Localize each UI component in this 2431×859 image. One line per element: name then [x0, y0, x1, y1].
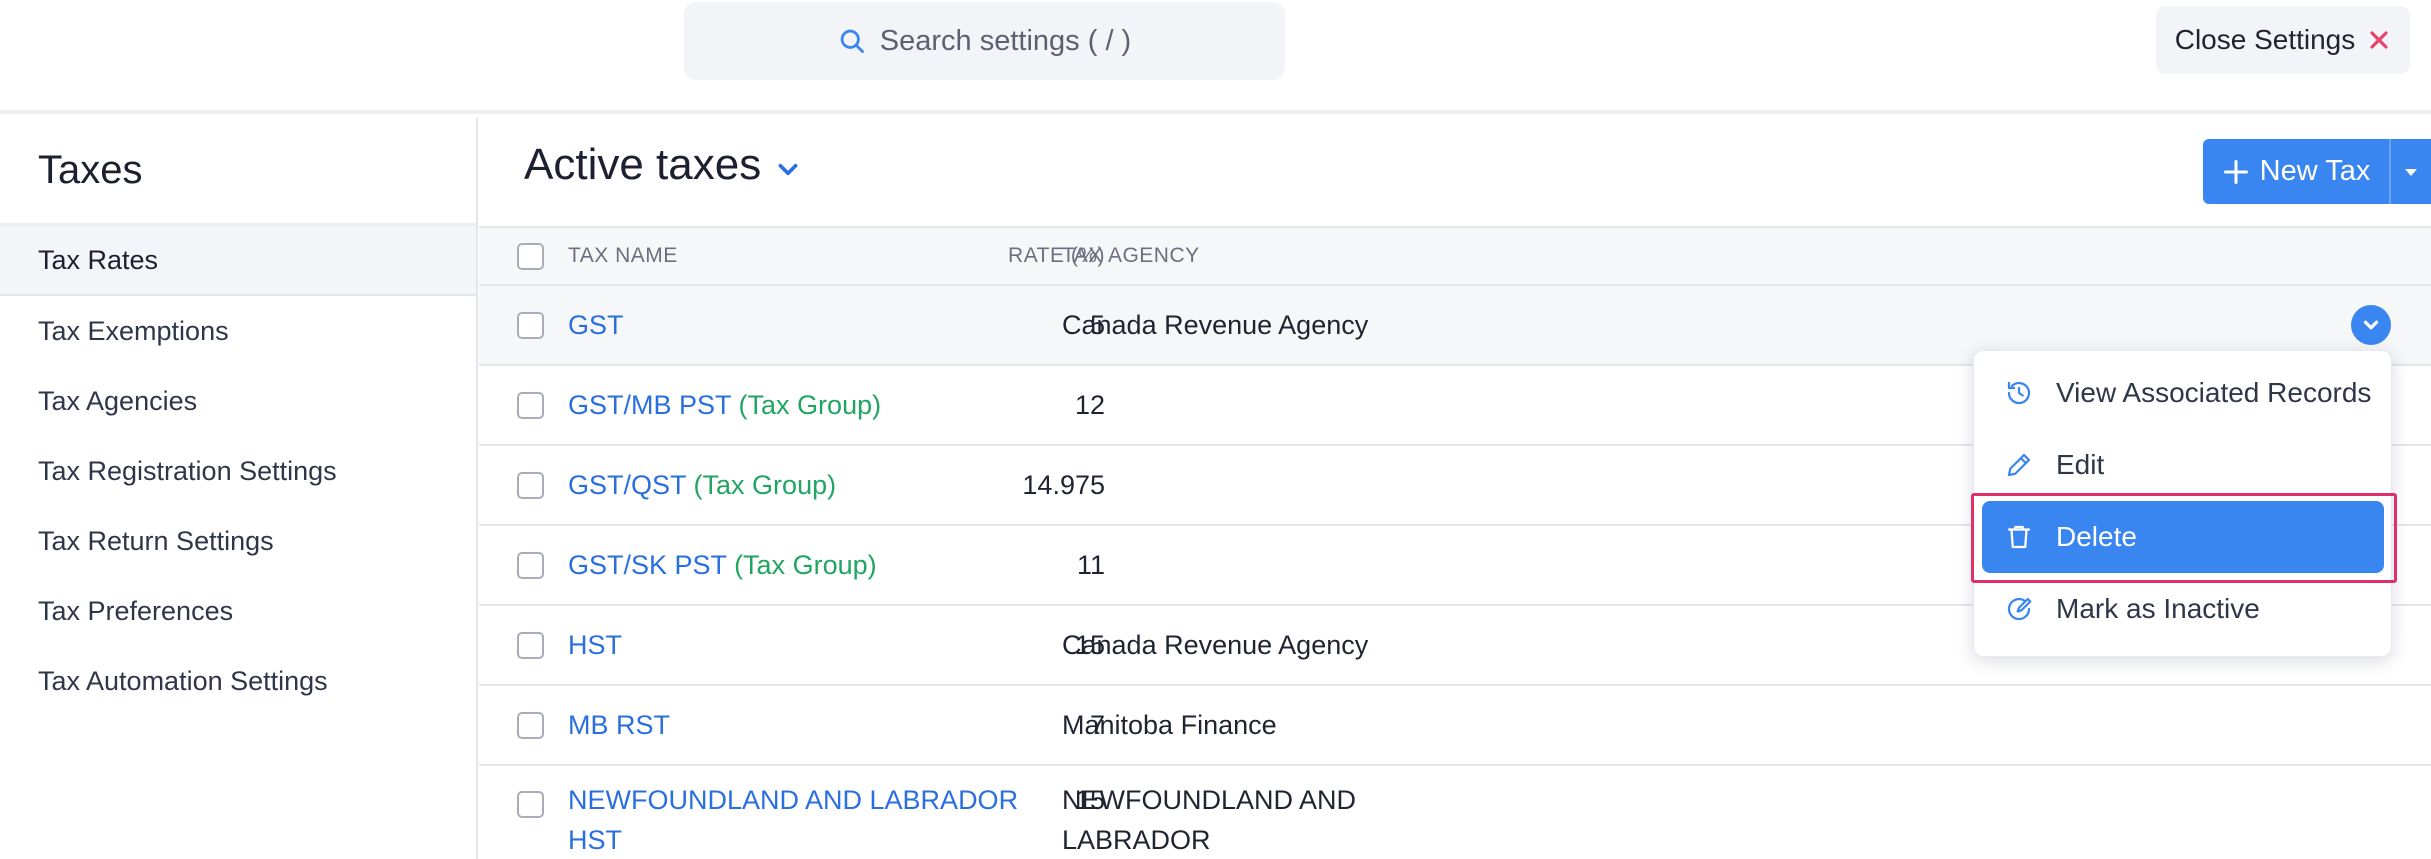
- page-title: Active taxes: [524, 140, 762, 189]
- new-tax-dropdown-toggle[interactable]: [2391, 139, 2431, 204]
- row-checkbox[interactable]: [517, 791, 544, 818]
- row-checkbox[interactable]: [517, 311, 544, 339]
- table-row[interactable]: MB RST Manitoba Finance 7: [479, 686, 2431, 766]
- table-header: TAX NAME TAX AGENCY RATE (%): [479, 228, 2431, 286]
- close-settings-label: Close Settings: [2174, 24, 2356, 55]
- tax-agency: Canada Revenue Agency: [1062, 309, 1369, 340]
- inactive-icon: [2007, 597, 2032, 621]
- row-actions-menu: View Associated Records Edit Delete Mark…: [1973, 350, 2392, 657]
- tax-name-link[interactable]: GST/QST (Tax Group): [568, 470, 836, 501]
- new-tax-label: New Tax: [2259, 155, 2371, 187]
- new-tax-button-group: New Tax: [2203, 139, 2431, 204]
- menu-item-edit[interactable]: Edit: [1982, 429, 2384, 501]
- sidebar-item-tax-registration-settings[interactable]: Tax Registration Settings: [0, 436, 476, 506]
- tax-name-link[interactable]: GST: [568, 310, 624, 341]
- tax-name-text: GST/QST: [568, 469, 687, 500]
- plus-icon: [2223, 159, 2248, 184]
- sidebar-item-tax-automation-settings[interactable]: Tax Automation Settings: [0, 646, 476, 716]
- table-row[interactable]: NEWFOUNDLAND AND LABRADOR HST NEWFOUNDLA…: [479, 766, 2431, 859]
- row-checkbox[interactable]: [517, 471, 544, 499]
- pencil-icon: [2007, 453, 2031, 477]
- sidebar-item-tax-exemptions[interactable]: Tax Exemptions: [0, 296, 476, 366]
- menu-item-label: Delete: [2056, 521, 2137, 552]
- sidebar-item-tax-return-settings[interactable]: Tax Return Settings: [0, 506, 476, 576]
- tax-name-text: GST/MB PST: [568, 389, 732, 420]
- tax-name-text: MB RST: [568, 709, 671, 740]
- search-icon: [840, 29, 864, 53]
- tax-group-label: (Tax Group): [738, 389, 882, 420]
- tax-rate: 15: [1074, 785, 1105, 815]
- close-icon: [2370, 31, 2388, 49]
- sidebar-title: Taxes: [0, 118, 476, 226]
- chevron-down-icon: [2363, 320, 2379, 330]
- menu-item-mark-as-inactive[interactable]: Mark as Inactive: [1982, 573, 2384, 645]
- top-bar: Search settings ( / ) Close Settings: [0, 0, 2431, 114]
- trash-icon: [2007, 525, 2031, 549]
- tax-name-link[interactable]: MB RST: [568, 710, 670, 741]
- tax-name-link[interactable]: GST/SK PST (Tax Group): [568, 550, 877, 581]
- tax-name-text: NEWFOUNDLAND AND LABRADOR HST: [568, 785, 1019, 855]
- row-checkbox[interactable]: [517, 631, 544, 659]
- column-header-rate[interactable]: RATE (%): [1008, 244, 1105, 268]
- menu-item-label: Edit: [2056, 449, 2105, 480]
- tax-rate: 11: [1076, 549, 1105, 580]
- tax-name-text: HST: [568, 629, 622, 660]
- history-icon: [2007, 381, 2031, 405]
- chevron-down-icon: [778, 163, 798, 176]
- tax-group-label: (Tax Group): [734, 549, 877, 580]
- close-settings-button[interactable]: Close Settings: [2156, 6, 2410, 74]
- tax-name-text: GST: [568, 309, 624, 340]
- tax-rate: 14.975: [1022, 469, 1105, 500]
- tax-rate: 12: [1074, 389, 1105, 420]
- search-placeholder: Search settings ( / ): [879, 24, 1132, 57]
- column-header-tax-name[interactable]: TAX NAME: [568, 244, 678, 268]
- menu-item-view-associated-records[interactable]: View Associated Records: [1982, 357, 2384, 429]
- search-settings-input[interactable]: Search settings ( / ): [684, 2, 1285, 80]
- sidebar-item-tax-rates[interactable]: Tax Rates: [0, 226, 476, 296]
- tax-name-link[interactable]: NEWFOUNDLAND AND LABRADOR HST: [568, 780, 1028, 859]
- view-selector[interactable]: Active taxes: [524, 140, 801, 190]
- caret-down-icon: [2405, 168, 2417, 176]
- menu-item-label: Mark as Inactive: [2056, 593, 2260, 624]
- new-tax-button[interactable]: New Tax: [2203, 139, 2391, 204]
- tax-name-link[interactable]: HST: [568, 630, 622, 661]
- select-all-checkbox[interactable]: [517, 242, 544, 270]
- settings-sidebar: Taxes Tax Rates Tax Exemptions Tax Agenc…: [0, 118, 478, 859]
- tax-agency: NEWFOUNDLAND AND LABRADOR: [1062, 785, 1357, 855]
- row-checkbox[interactable]: [517, 551, 544, 579]
- row-checkbox[interactable]: [517, 711, 544, 739]
- menu-item-delete[interactable]: Delete: [1982, 501, 2384, 573]
- row-checkbox[interactable]: [517, 391, 544, 419]
- tax-rate: 7: [1089, 709, 1105, 740]
- menu-item-label: View Associated Records: [2056, 377, 2372, 408]
- tax-name-link[interactable]: GST/MB PST (Tax Group): [568, 390, 881, 421]
- sidebar-item-tax-agencies[interactable]: Tax Agencies: [0, 366, 476, 436]
- list-header: Active taxes New Tax: [479, 118, 2431, 228]
- sidebar-item-tax-preferences[interactable]: Tax Preferences: [0, 576, 476, 646]
- tax-rate: 5: [1089, 309, 1105, 340]
- tax-group-label: (Tax Group): [693, 469, 837, 500]
- row-actions-button[interactable]: [2351, 305, 2391, 345]
- tax-rate: 15: [1074, 629, 1105, 660]
- tax-agency: Canada Revenue Agency: [1062, 629, 1369, 660]
- tax-name-text: GST/SK PST: [568, 549, 727, 580]
